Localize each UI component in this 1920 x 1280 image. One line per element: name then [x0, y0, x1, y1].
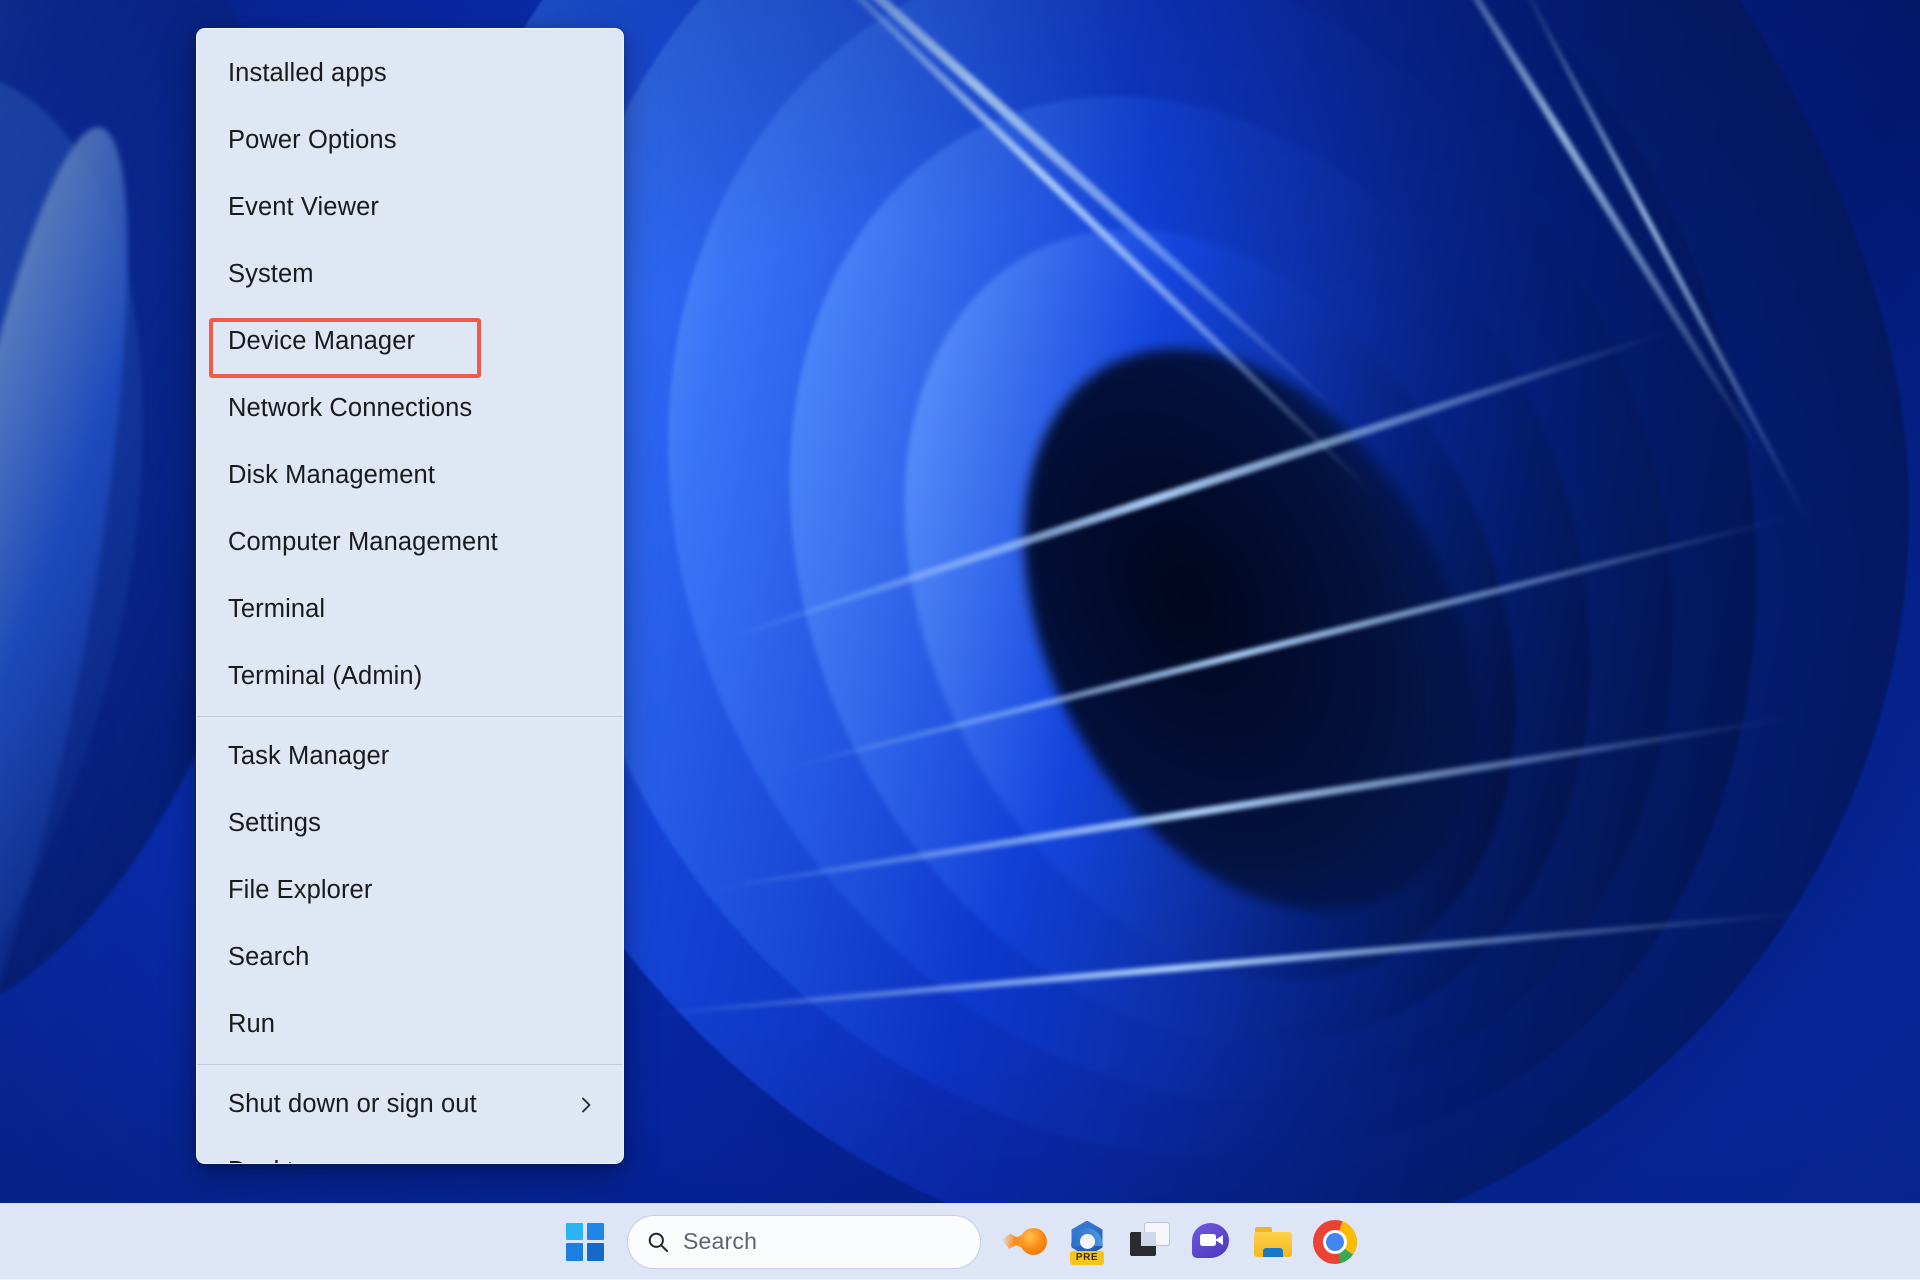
menu-item-label: Shut down or sign out	[228, 1090, 477, 1118]
search-icon	[646, 1230, 670, 1254]
menu-item-settings[interactable]: Settings	[197, 790, 623, 857]
comet-icon	[1002, 1219, 1048, 1265]
menu-item-system[interactable]: System	[197, 241, 623, 308]
menu-item-shut-down-or-sign-out[interactable]: Shut down or sign out	[197, 1071, 623, 1138]
menu-item-label: System	[228, 260, 314, 288]
desktop-screen: Installed apps Power Options Event Viewe…	[0, 0, 1920, 1280]
menu-item-power-options[interactable]: Power Options	[197, 107, 623, 174]
menu-item-label: Search	[228, 943, 310, 971]
task-view-icon	[1126, 1219, 1172, 1265]
chevron-right-icon	[575, 1094, 597, 1116]
menu-item-label: Settings	[228, 809, 321, 837]
menu-item-search[interactable]: Search	[197, 924, 623, 991]
taskbar-app-file-explorer[interactable]	[1242, 1211, 1304, 1273]
winx-power-user-menu[interactable]: Installed apps Power Options Event Viewe…	[196, 28, 624, 1164]
menu-item-run[interactable]: Run	[197, 991, 623, 1058]
menu-item-terminal-admin[interactable]: Terminal (Admin)	[197, 643, 623, 710]
office-preview-badge: PRE	[1070, 1250, 1104, 1265]
menu-item-label: Terminal	[228, 595, 326, 623]
folder-icon	[1250, 1219, 1296, 1265]
menu-item-label: Network Connections	[228, 394, 473, 422]
taskbar-app-google-chrome[interactable]	[1304, 1211, 1366, 1273]
menu-item-label: Task Manager	[228, 742, 390, 770]
taskbar-app-chat[interactable]	[1180, 1211, 1242, 1273]
menu-item-device-manager[interactable]: Device Manager	[197, 308, 623, 375]
menu-item-disk-management[interactable]: Disk Management	[197, 442, 623, 509]
menu-item-task-manager[interactable]: Task Manager	[197, 723, 623, 790]
chat-icon	[1188, 1219, 1234, 1265]
menu-item-label: Event Viewer	[228, 193, 379, 221]
menu-item-desktop[interactable]: Desktop	[197, 1138, 623, 1163]
taskbar-app-comet-browser[interactable]	[994, 1211, 1056, 1273]
chrome-icon	[1313, 1219, 1357, 1264]
menu-item-terminal[interactable]: Terminal	[197, 576, 623, 643]
menu-group-system: Task Manager Settings File Explorer Sear…	[197, 723, 623, 1058]
menu-item-label: Installed apps	[228, 59, 387, 87]
menu-item-computer-management[interactable]: Computer Management	[197, 509, 623, 576]
start-button[interactable]	[554, 1211, 616, 1273]
menu-group-session: Shut down or sign out Desktop	[197, 1071, 623, 1163]
menu-item-label: Terminal (Admin)	[228, 662, 423, 690]
menu-item-label: Device Manager	[228, 327, 416, 355]
taskbar[interactable]: Search PRE	[0, 1203, 1920, 1280]
menu-item-label: Computer Management	[228, 528, 498, 556]
menu-item-label: File Explorer	[228, 876, 373, 904]
taskbar-app-office-preview[interactable]: PRE	[1056, 1211, 1118, 1273]
menu-item-label: Power Options	[228, 126, 397, 154]
menu-separator-2	[197, 1064, 623, 1065]
menu-item-network-connections[interactable]: Network Connections	[197, 375, 623, 442]
menu-group-tools: Installed apps Power Options Event Viewe…	[197, 40, 623, 710]
taskbar-app-task-view[interactable]	[1118, 1211, 1180, 1273]
windows-logo-icon	[566, 1222, 604, 1261]
search-input[interactable]: Search	[628, 1215, 980, 1268]
menu-item-label: Run	[228, 1010, 276, 1038]
menu-item-event-viewer[interactable]: Event Viewer	[197, 174, 623, 241]
menu-separator-1	[197, 716, 623, 717]
search-placeholder-text: Search	[683, 1228, 758, 1254]
menu-item-file-explorer[interactable]: File Explorer	[197, 857, 623, 924]
taskbar-items: Search PRE	[554, 1211, 1366, 1273]
menu-item-label: Disk Management	[228, 461, 436, 489]
menu-item-label: Desktop	[228, 1157, 605, 1163]
menu-item-installed-apps[interactable]: Installed apps	[197, 40, 623, 107]
office-icon: PRE	[1064, 1219, 1110, 1265]
